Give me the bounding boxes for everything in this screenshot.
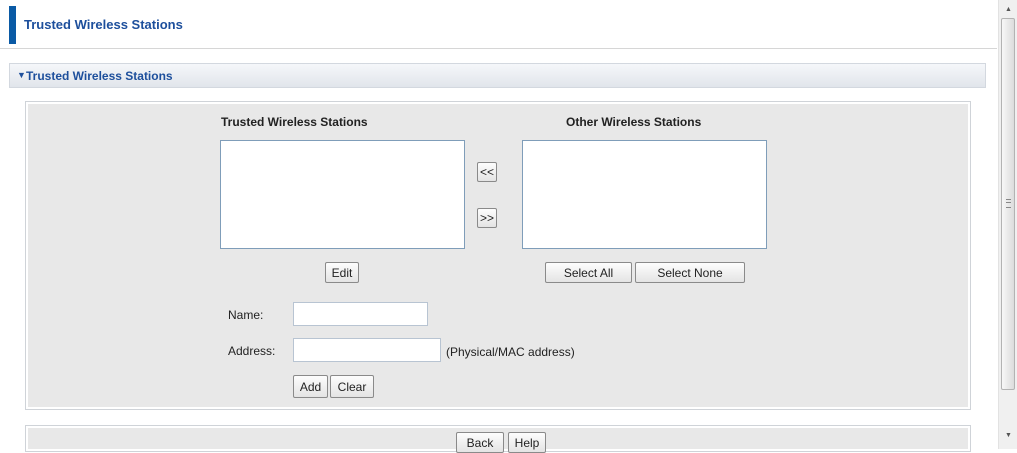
edit-button[interactable]: Edit [325, 262, 359, 283]
stations-panel: Trusted Wireless Stations Other Wireless… [25, 101, 971, 410]
other-list-title: Other Wireless Stations [566, 115, 702, 129]
trusted-stations-list[interactable] [220, 140, 465, 249]
address-label: Address: [228, 344, 276, 358]
scroll-grip-icon [1006, 199, 1011, 208]
add-button[interactable]: Add [293, 375, 328, 398]
footer-bar: Back Help [25, 425, 971, 453]
address-hint: (Physical/MAC address) [446, 345, 575, 359]
collapse-arrow-icon[interactable]: ▼ [17, 70, 26, 80]
clear-button[interactable]: Clear [330, 375, 374, 398]
scroll-down-icon[interactable]: ▼ [999, 428, 1017, 444]
back-button[interactable]: Back [456, 432, 504, 453]
page-header: Trusted Wireless Stations [0, 0, 997, 49]
select-none-button[interactable]: Select None [635, 262, 745, 283]
address-input[interactable] [293, 338, 441, 362]
scrollbar-thumb[interactable] [1001, 18, 1015, 390]
move-to-other-button[interactable]: >> [477, 208, 497, 228]
name-label: Name: [228, 308, 264, 322]
header-accent-bar [9, 6, 16, 44]
vertical-scrollbar[interactable]: ▲ ▼ [998, 0, 1017, 449]
section-title[interactable]: Trusted Wireless Stations [26, 69, 173, 83]
section-header[interactable]: ▼ Trusted Wireless Stations [9, 63, 986, 88]
name-input[interactable] [293, 302, 428, 326]
trusted-list-title: Trusted Wireless Stations [221, 115, 368, 129]
other-stations-list[interactable] [522, 140, 767, 249]
select-all-button[interactable]: Select All [545, 262, 632, 283]
move-to-trusted-button[interactable]: << [477, 162, 497, 182]
page-title: Trusted Wireless Stations [24, 17, 183, 32]
scroll-up-icon[interactable]: ▲ [999, 2, 1017, 18]
help-button[interactable]: Help [508, 432, 546, 453]
